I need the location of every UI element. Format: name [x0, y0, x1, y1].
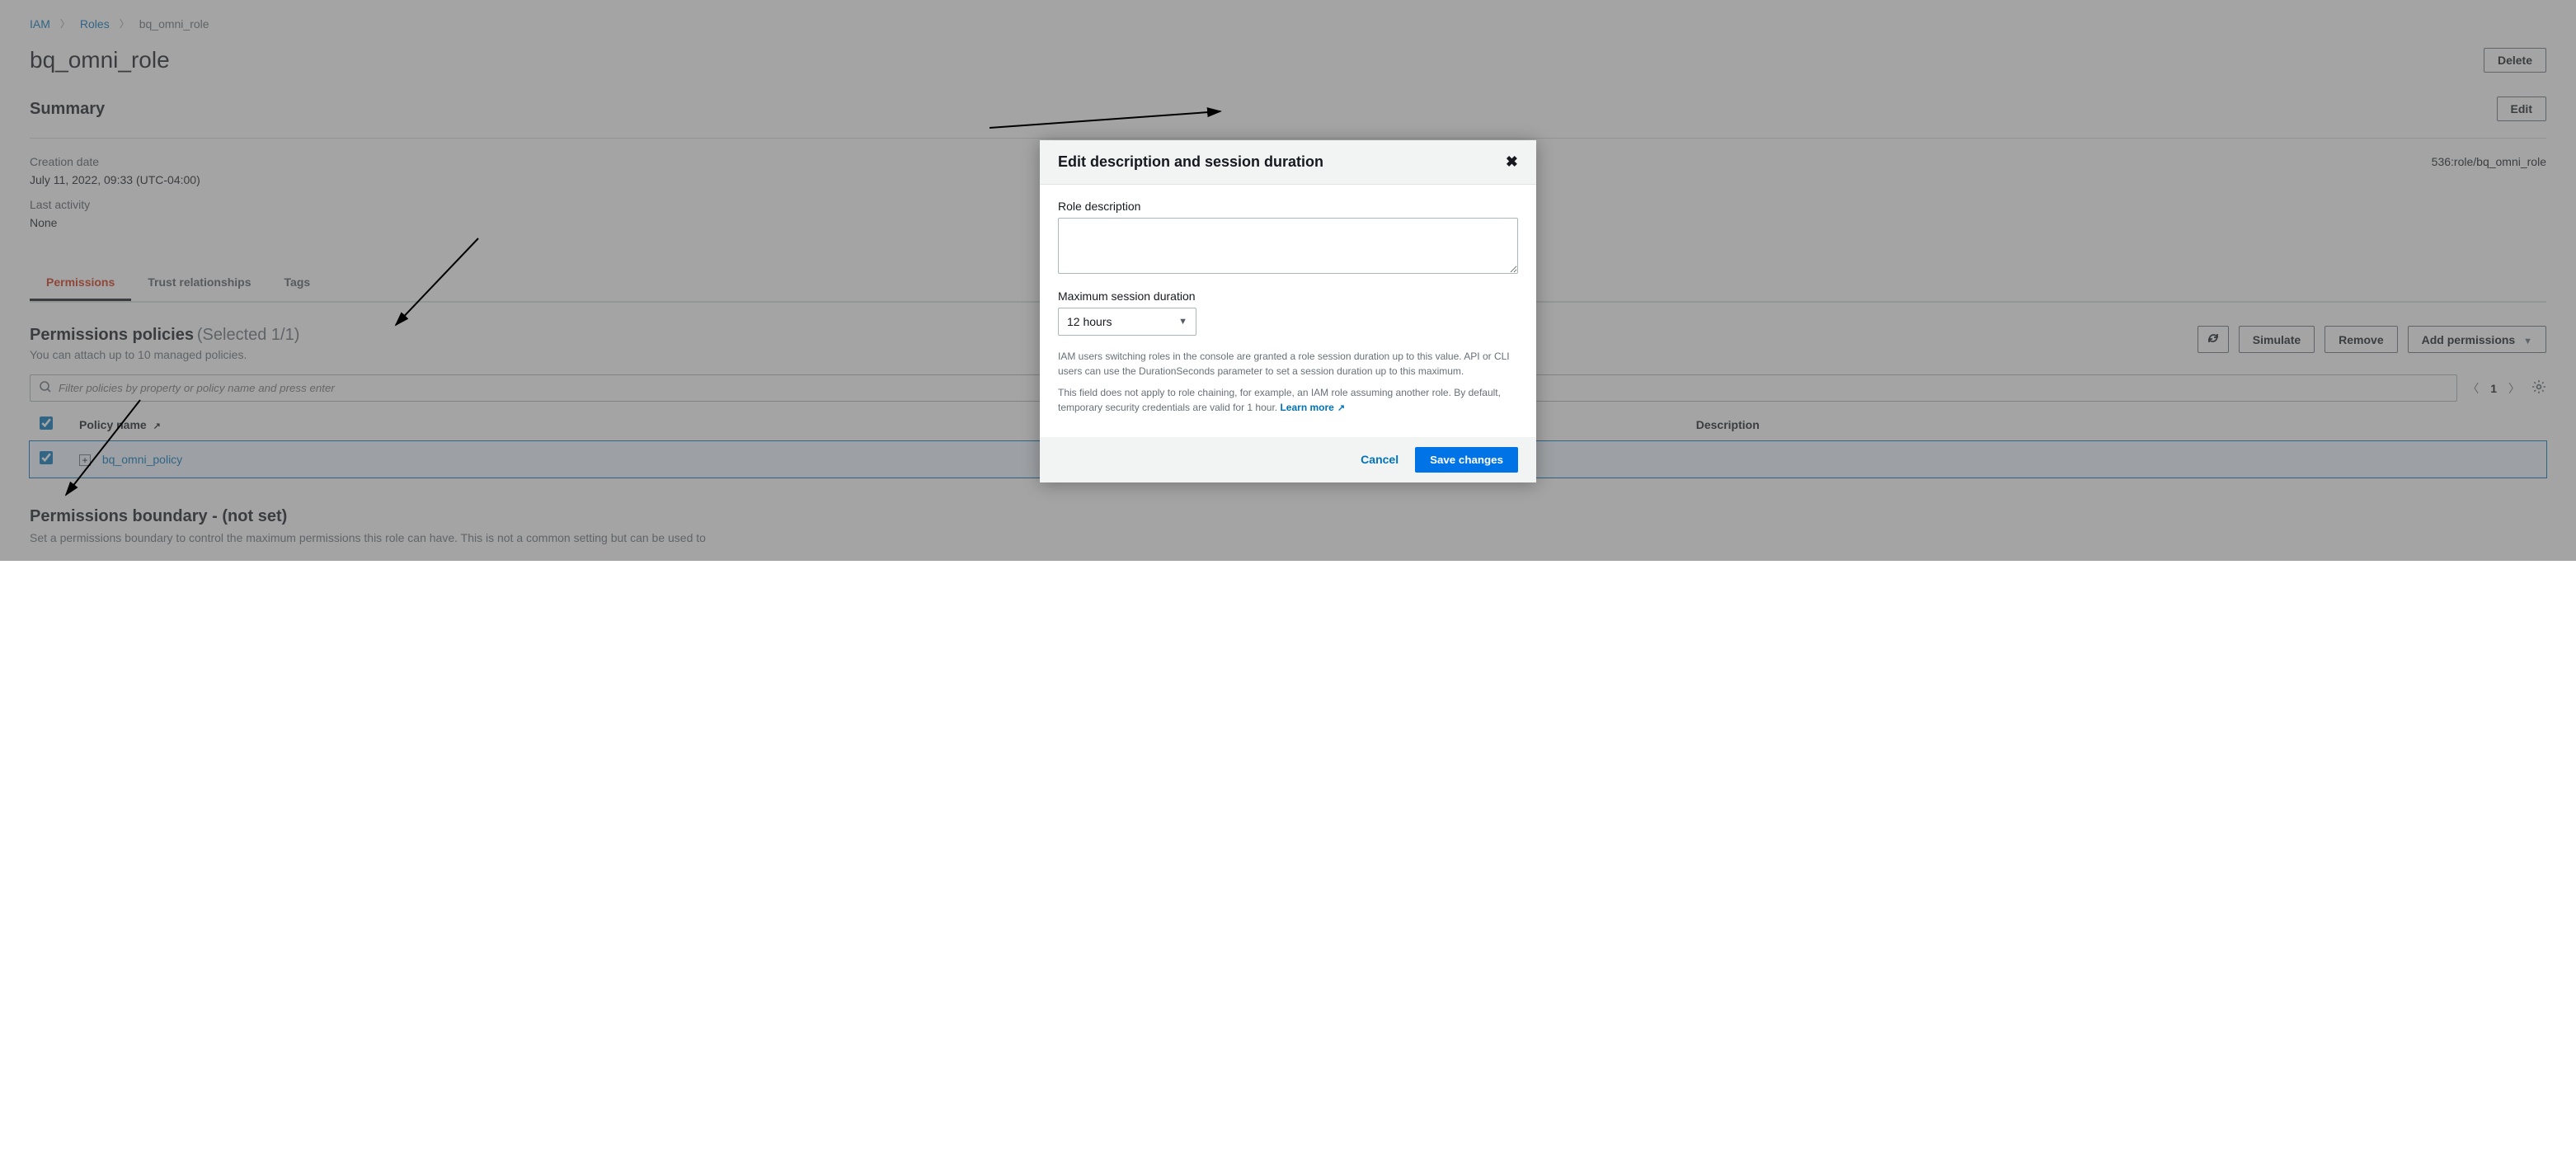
chevron-right-icon: 〉 [60, 16, 70, 31]
session-duration-select[interactable]: 12 hours ▼ [1058, 308, 1196, 336]
external-link-icon: ↗ [1337, 403, 1345, 413]
last-activity-label: Last activity [30, 198, 200, 211]
tab-trust-relationships[interactable]: Trust relationships [131, 266, 267, 301]
last-activity-value: None [30, 216, 200, 229]
add-permissions-button[interactable]: Add permissions ▼ [2408, 326, 2546, 353]
close-icon[interactable]: ✖ [1506, 153, 1518, 171]
summary-heading: Summary [30, 100, 105, 119]
breadcrumb: IAM 〉 Roles 〉 bq_omni_role [30, 16, 2546, 31]
select-all-checkbox[interactable] [40, 416, 53, 430]
add-permissions-label: Add permissions [2422, 333, 2516, 346]
chevron-right-icon: 〉 [120, 16, 129, 31]
breadcrumb-roles[interactable]: Roles [80, 17, 110, 31]
boundary-heading: Permissions boundary - (not set) [30, 507, 2546, 526]
save-button[interactable]: Save changes [1415, 447, 1518, 473]
session-duration-value: 12 hours [1067, 315, 1112, 328]
tab-permissions[interactable]: Permissions [30, 266, 131, 301]
simulate-button[interactable]: Simulate [2239, 326, 2315, 353]
edit-modal: Edit description and session duration ✖ … [1040, 140, 1536, 482]
cancel-button[interactable]: Cancel [1361, 453, 1398, 466]
role-description-input[interactable] [1058, 218, 1518, 274]
refresh-icon [2207, 332, 2220, 347]
refresh-button[interactable] [2198, 326, 2229, 353]
delete-button[interactable]: Delete [2484, 48, 2546, 73]
creation-date-value: July 11, 2022, 09:33 (UTC-04:00) [30, 173, 200, 186]
external-link-icon: ↗ [153, 421, 161, 431]
policies-subtext: You can attach up to 10 managed policies… [30, 348, 299, 361]
creation-date-label: Creation date [30, 155, 200, 168]
chevron-down-icon: ▼ [2523, 336, 2532, 346]
learn-more-link[interactable]: Learn more↗ [1280, 402, 1345, 413]
session-duration-label: Maximum session duration [1058, 289, 1518, 303]
remove-button[interactable]: Remove [2325, 326, 2397, 353]
policy-link[interactable]: bq_omni_policy [102, 453, 182, 466]
modal-title: Edit description and session duration [1058, 153, 1323, 171]
pager-next[interactable]: 〉 [2508, 380, 2520, 397]
help-text-1: IAM users switching roles in the console… [1058, 349, 1518, 379]
role-description-label: Role description [1058, 200, 1518, 213]
policies-heading: Permissions policies [30, 326, 194, 344]
chevron-down-icon: ▼ [1178, 317, 1187, 327]
search-icon [39, 380, 52, 396]
pager-prev[interactable]: 〈 [2467, 380, 2479, 397]
row-checkbox[interactable] [40, 451, 53, 464]
boundary-text: Set a permissions boundary to control th… [30, 531, 2546, 544]
pager-current: 1 [2490, 382, 2497, 395]
policies-selected-count: (Selected 1/1) [197, 326, 300, 344]
col-description[interactable]: Description [1686, 408, 2546, 441]
breadcrumb-iam[interactable]: IAM [30, 17, 50, 31]
expand-icon[interactable]: + [79, 454, 91, 466]
breadcrumb-current: bq_omni_role [139, 17, 209, 31]
arn-value: 536:role/bq_omni_role [2432, 155, 2546, 168]
settings-icon[interactable] [2531, 379, 2546, 397]
tab-tags[interactable]: Tags [268, 266, 327, 301]
page-title: bq_omni_role [30, 47, 170, 73]
col-policy-name[interactable]: Policy name [79, 418, 147, 431]
edit-button[interactable]: Edit [2497, 96, 2546, 121]
